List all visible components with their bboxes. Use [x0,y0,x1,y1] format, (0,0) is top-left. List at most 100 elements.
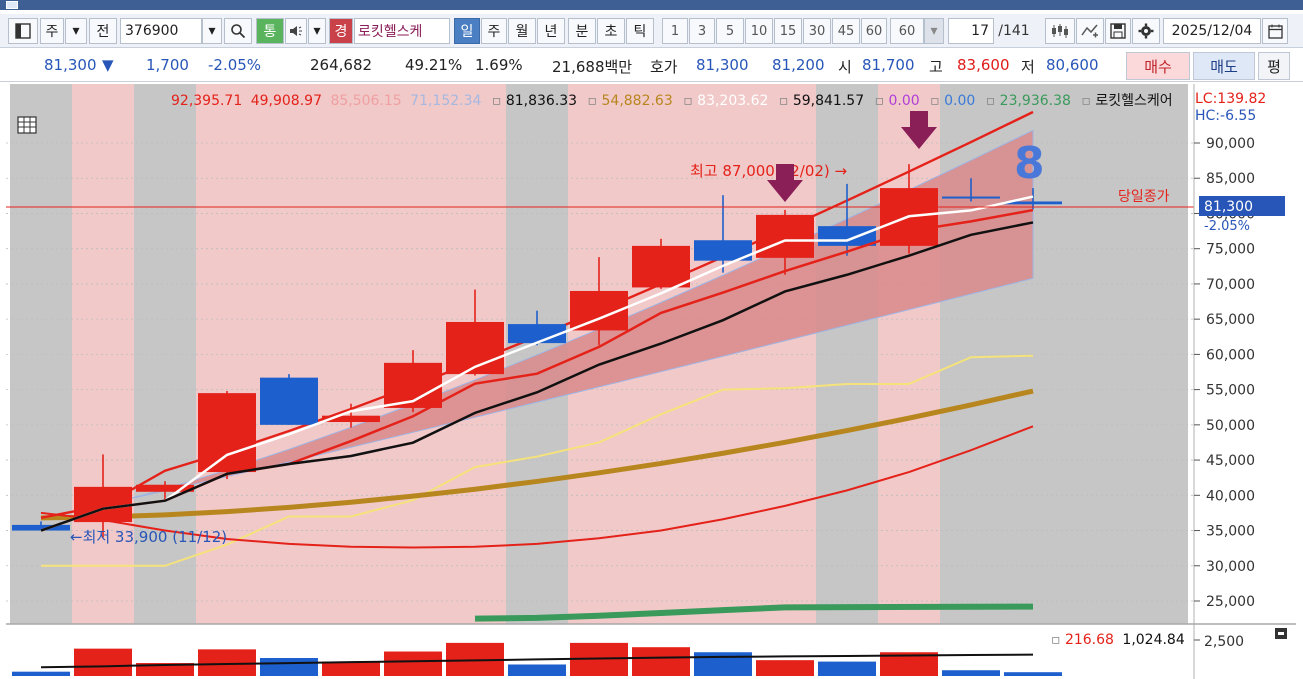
legend-stock-name: 로킷헬스케어 [1095,93,1172,109]
buy-button[interactable]: 매수 [1126,52,1190,80]
calendar-icon[interactable] [1262,18,1288,44]
interval-30-button[interactable]: 30 [803,18,831,44]
interval-select[interactable]: 60 [890,18,924,44]
price-chart[interactable]: 당일종가 90,00085,00080,00075,00070,00065,00… [6,84,1296,679]
data-table-icon[interactable] [17,116,37,134]
period-prefix-button[interactable]: 전 [89,18,117,44]
tab-month[interactable]: 월 [508,18,536,44]
current-price: 81,300 [44,56,97,74]
interval-60-button[interactable]: 60 [861,18,887,44]
candle-down [942,196,1000,199]
y-axis-label: 65,000 [1206,312,1255,328]
candle-style-icon[interactable] [1045,18,1075,44]
volume-ratio: 49.21% [405,56,463,74]
hc-value: HC:-6.55 [1195,108,1256,124]
sell-button[interactable]: 매도 [1193,52,1255,80]
interval-dropdown-icon[interactable]: ▾ [924,18,944,44]
candle-down [260,377,318,425]
interval-45-button[interactable]: 45 [832,18,860,44]
tab-year[interactable]: 년 [537,18,565,44]
window-icon [6,1,18,9]
interval-15-button[interactable]: 15 [774,18,802,44]
legend-dot: ▫ [683,93,693,109]
legend-value-4: 71,152.34 [410,93,481,109]
speaker-icon[interactable] [285,18,307,44]
save-icon[interactable] [1105,18,1131,44]
volume-bar [1004,672,1062,676]
tab-minute[interactable]: 분 [568,18,596,44]
interval-3-button[interactable]: 3 [689,18,715,44]
price-change-pct: -2.05% [208,56,262,74]
y-axis-label: 40,000 [1206,488,1255,504]
close-price-marker-text: 81,300 [1204,199,1253,215]
y-axis-label: 85,000 [1206,171,1255,187]
search-icon[interactable] [224,18,252,44]
volume-bar [260,658,318,676]
low-annotation: ←최저 33,900 (11/12) [70,528,227,546]
volume-bar [508,664,566,676]
legend-value-3: 85,506.15 [330,93,401,109]
legend-dot: ▫ [1051,632,1061,648]
tab-second[interactable]: 초 [597,18,625,44]
candle-up [198,393,256,473]
open-label: 시 [838,58,852,76]
volume-bar [384,651,442,676]
tab-day[interactable]: 일 [454,18,480,44]
tab-tick[interactable]: 틱 [626,18,654,44]
legend-dot: ▫ [588,93,598,109]
legend-value-9: 0.00 [889,93,920,109]
window-titlebar [0,0,1303,10]
warning-badge: 경 [329,18,353,44]
avg-button[interactable]: 평 [1258,52,1290,80]
tab-week[interactable]: 주 [481,18,507,44]
legend-value-10: 0.00 [944,93,975,109]
volume-legend: ▫ 216.68 1,024.84 [1051,632,1185,648]
quote-infobar: 81,300 ▼ 1,700 -2.05% 264,682 49.21% 1.6… [0,50,1303,82]
open-price: 81,700 [862,56,915,74]
market-select[interactable]: 주 [40,18,64,44]
pane-minimize-glyph [1278,632,1284,635]
stock-name-field[interactable]: 로킷헬스케 [354,18,450,44]
y-axis-label: 55,000 [1206,383,1255,399]
market-dropdown-icon[interactable]: ▾ [65,18,87,44]
y-axis-label: 50,000 [1206,418,1255,434]
date-input[interactable]: 2025/12/04 [1163,18,1261,44]
volume-axis-label: 2,500 [1204,634,1244,650]
volume-bar [198,649,256,676]
y-axis-label: 60,000 [1206,347,1255,363]
interval-10-button[interactable]: 10 [745,18,773,44]
y-axis-label: 75,000 [1206,242,1255,258]
y-axis-label: 30,000 [1206,559,1255,575]
layout-icon[interactable] [8,18,38,44]
lc-value: LC:139.82 [1195,91,1266,107]
page-input[interactable]: 17 [948,18,994,44]
volume: 264,682 [310,56,373,74]
settings-gear-icon[interactable] [1132,18,1160,44]
indicator-legend: 92,395.71 49,908.97 85,506.15 71,152.34 … [171,93,1173,109]
tong-button[interactable]: 통 [256,18,284,44]
bid-price: 81,200 [772,56,825,74]
compare-chart-icon[interactable] [1076,18,1104,44]
candle-up [632,245,690,288]
y-axis-label: 45,000 [1206,453,1255,469]
legend-dot: ▫ [779,93,789,109]
price-change: 1,700 [146,56,189,74]
chart-canvas[interactable]: 당일종가 90,00085,00080,00075,00070,00065,00… [6,84,1296,679]
legend-value-5: 81,836.33 [506,93,577,109]
high-label: 고 [929,58,943,76]
legend-value-8: 59,841.57 [793,93,864,109]
legend-value-11: 23,936.38 [1000,93,1071,109]
legend-dot: ▫ [1081,93,1091,109]
interval-1-button[interactable]: 1 [662,18,688,44]
low-label: 저 [1021,58,1035,76]
volume-legend-b: 1,024.84 [1122,632,1184,648]
close-price-pct-text: -2.05% [1204,219,1250,234]
speaker-dropdown-icon[interactable]: ▾ [308,18,326,44]
y-axis-label: 70,000 [1206,277,1255,293]
volume-bar [74,648,132,676]
volume-bar [942,670,1000,676]
code-dropdown-icon[interactable]: ▾ [202,18,222,44]
interval-5-button[interactable]: 5 [716,18,744,44]
turnover-ratio: 1.69% [475,56,523,74]
stock-code-input[interactable]: 376900 [120,18,202,44]
